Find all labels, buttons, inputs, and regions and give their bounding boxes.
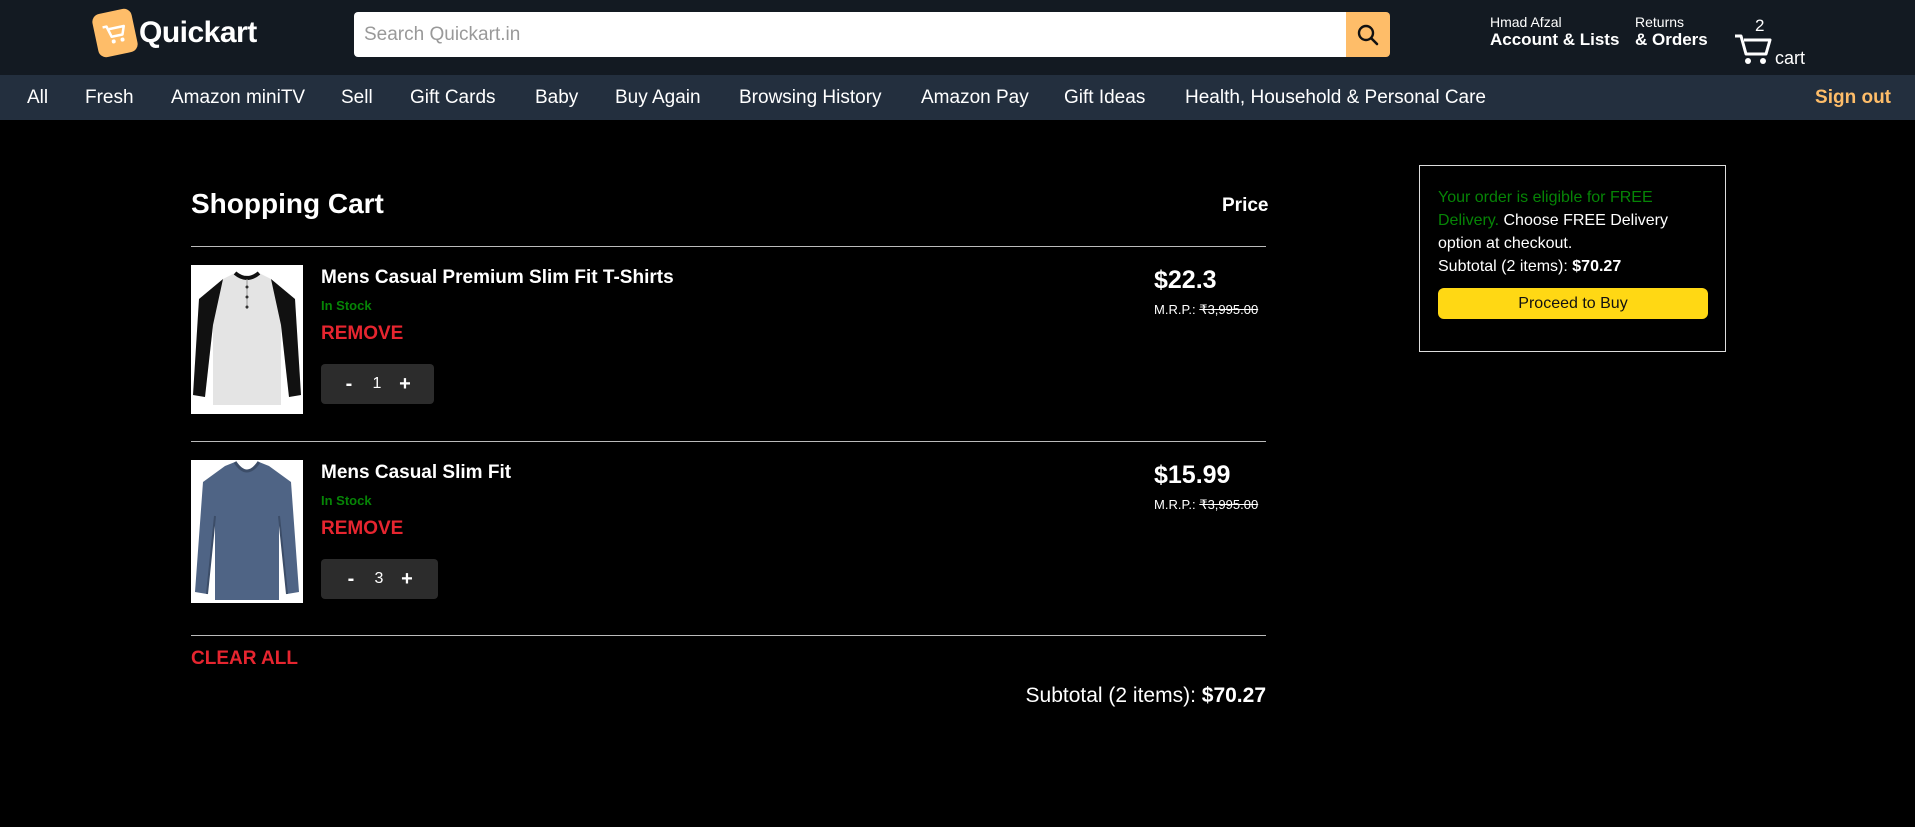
mrp-value: ₹3,995.00 xyxy=(1199,302,1259,317)
divider xyxy=(191,246,1266,247)
sign-out-link[interactable]: Sign out xyxy=(1815,87,1891,109)
quantity-stepper: - 1 + xyxy=(321,364,434,404)
account-label: Account & Lists xyxy=(1490,30,1620,50)
returns-label: Returns xyxy=(1635,14,1685,30)
subtotal-label: Subtotal (2 items): xyxy=(1025,684,1196,707)
product-name[interactable]: Mens Casual Slim Fit xyxy=(321,462,511,484)
product-name[interactable]: Mens Casual Premium Slim Fit T-Shirts xyxy=(321,267,674,289)
remove-button[interactable]: REMOVE xyxy=(321,323,403,345)
returns-orders-link[interactable]: Returns & Orders xyxy=(1635,14,1708,50)
search-input[interactable] xyxy=(354,12,1346,57)
nav-item-fresh[interactable]: Fresh xyxy=(85,87,134,109)
qty-increase-button[interactable]: + xyxy=(391,373,419,396)
nav-item-all[interactable]: All xyxy=(27,87,48,109)
mrp-value: ₹3,995.00 xyxy=(1199,497,1259,512)
nav-item-browsing-history[interactable]: Browsing History xyxy=(739,87,882,109)
nav-item-baby[interactable]: Baby xyxy=(535,87,578,109)
logo[interactable]: Quickart xyxy=(90,7,257,59)
nav-item-gift-ideas[interactable]: Gift Ideas xyxy=(1064,87,1145,109)
divider xyxy=(191,635,1266,636)
checkout-box: Your order is eligible for FREE Delivery… xyxy=(1419,165,1726,352)
stock-status: In Stock xyxy=(321,298,372,313)
search-button[interactable] xyxy=(1346,12,1390,57)
nav-item-health[interactable]: Health, Household & Personal Care xyxy=(1185,87,1486,109)
cart-subtotal: Subtotal (2 items): $70.27 xyxy=(1026,684,1266,708)
nav-item-gift-cards[interactable]: Gift Cards xyxy=(410,87,496,109)
clear-all-button[interactable]: CLEAR ALL xyxy=(191,648,298,670)
account-menu[interactable]: Hmad Afzal Account & Lists xyxy=(1490,14,1619,50)
tshirt-image xyxy=(191,265,303,414)
page-title: Shopping Cart xyxy=(191,188,384,219)
product-image[interactable] xyxy=(191,460,303,603)
nav-item-sell[interactable]: Sell xyxy=(341,87,373,109)
top-header: Quickart Hmad Afzal Account & Lists Retu… xyxy=(0,0,1915,75)
nav-item-amazon-pay[interactable]: Amazon Pay xyxy=(921,87,1029,109)
mrp: M.R.P.: ₹3,995.00 xyxy=(1154,497,1258,513)
orders-label: & Orders xyxy=(1635,30,1708,50)
category-nav: All Fresh Amazon miniTV Sell Gift Cards … xyxy=(0,75,1915,120)
quantity-stepper: - 3 + xyxy=(321,559,438,599)
mrp: M.R.P.: ₹3,995.00 xyxy=(1154,302,1258,318)
cart-label: cart xyxy=(1775,48,1806,68)
longsleeve-image xyxy=(191,460,303,603)
mrp-label: M.R.P.: xyxy=(1154,497,1196,512)
qty-value: 1 xyxy=(372,375,382,392)
qty-decrease-button[interactable]: - xyxy=(335,373,363,396)
remove-button[interactable]: REMOVE xyxy=(321,518,403,540)
divider xyxy=(191,441,1266,442)
nav-item-buy-again[interactable]: Buy Again xyxy=(615,87,701,109)
qty-value: 3 xyxy=(374,570,384,587)
proceed-to-buy-button[interactable]: Proceed to Buy xyxy=(1438,288,1708,319)
account-greeting: Hmad Afzal xyxy=(1490,14,1562,30)
search-icon xyxy=(1357,24,1379,45)
search-bar xyxy=(354,12,1390,57)
checkout-subtotal-value: $70.27 xyxy=(1572,258,1622,275)
qty-increase-button[interactable]: + xyxy=(393,568,421,591)
mrp-label: M.R.P.: xyxy=(1154,302,1196,317)
cart-icon xyxy=(1735,34,1772,64)
nav-item-minitv[interactable]: Amazon miniTV xyxy=(171,87,305,109)
checkout-subtotal-label: Subtotal (2 items): xyxy=(1438,258,1568,275)
price-column-header: Price xyxy=(1222,195,1269,216)
checkout-summary: Your order is eligible for FREE Delivery… xyxy=(1438,186,1710,278)
logo-text: Quickart xyxy=(139,16,257,49)
product-image[interactable] xyxy=(191,265,303,414)
qty-decrease-button[interactable]: - xyxy=(337,568,365,591)
item-price: $15.99 xyxy=(1154,461,1231,489)
cart-logo-icon xyxy=(90,7,140,59)
stock-status: In Stock xyxy=(321,493,372,508)
cart-link[interactable]: 2 cart xyxy=(1733,14,1823,69)
subtotal-value: $70.27 xyxy=(1201,684,1266,707)
item-price: $22.3 xyxy=(1154,266,1217,294)
